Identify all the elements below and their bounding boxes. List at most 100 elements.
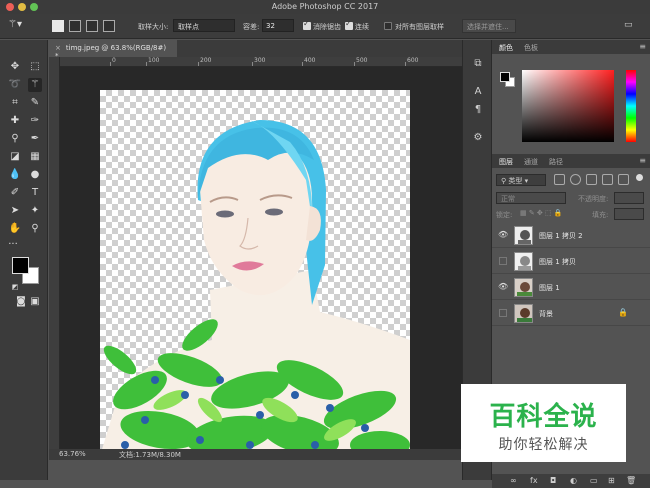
select-and-mask-button[interactable]: 选择并遮住... [462,19,516,33]
tab-layers[interactable]: 图层 [499,157,513,167]
tab-swatches[interactable]: 色板 [524,43,538,53]
tab-paths[interactable]: 路径 [549,157,563,167]
type-filter-icon[interactable] [586,174,597,185]
crop-tool-icon[interactable]: ⌗ [8,96,22,110]
eraser-tool-icon[interactable]: ◪ [8,150,22,164]
magic-wand-tool-icon[interactable]: ⚚ [28,78,42,92]
foreground-color-swatch[interactable] [12,257,29,274]
layer-row[interactable]: 背景 🔒 [492,301,650,326]
visibility-toggle-off[interactable] [499,309,507,317]
link-icon[interactable]: ∞ [510,476,517,485]
smart-object-filter-icon[interactable] [618,174,629,185]
adjustment-icon[interactable]: ◐ [570,476,577,485]
all-layers-checkbox[interactable] [384,22,392,30]
pixel-filter-icon[interactable] [554,174,565,185]
type-tool-icon[interactable]: T [28,186,42,200]
eyedropper-tool-icon[interactable]: ✎ [28,96,42,110]
filter-toggle[interactable] [636,174,643,181]
layer-name[interactable]: 图层 1 拷贝 [539,257,576,267]
screen-mode-icon[interactable]: ▣ [28,295,42,309]
visibility-toggle-off[interactable] [499,257,507,265]
layers-footer: ∞ fx ◘ ◐ ▭ ⊞ 🗑 [492,474,650,488]
new-selection-mode-button[interactable] [52,20,64,32]
tolerance-label: 容差: [243,23,260,31]
zoom-level[interactable]: 63.76% [59,450,86,458]
ruler-label: 400 [304,57,316,64]
document-tab[interactable]: × timg.jpeg @ 63.8%(RGB/8#) * [49,40,177,60]
tolerance-input[interactable]: 32 [262,19,294,32]
layer-name[interactable]: 背景 [539,309,553,319]
tab-color[interactable]: 颜色 [499,43,513,53]
hue-slider[interactable] [626,70,636,142]
layer-row[interactable]: 图层 1 拷贝 [492,249,650,274]
workspace-icon[interactable]: ▭ [624,20,633,30]
antialias-checkbox[interactable] [303,19,311,30]
panel-foreground-swatch[interactable] [500,72,510,82]
sample-size-label: 取样大小: [138,23,169,31]
fill-input[interactable] [614,208,644,220]
brush-tool-icon[interactable]: ✑ [28,114,42,128]
history-brush-tool-icon[interactable]: ✒ [28,132,42,146]
opacity-input[interactable] [614,192,644,204]
zoom-tool-icon[interactable]: ⚲ [28,222,42,236]
canvas-area[interactable] [60,67,462,456]
tab-channels[interactable]: 通道 [524,157,538,167]
gradient-tool-icon[interactable]: ▦ [28,150,42,164]
contiguous-label: 连续 [355,23,369,31]
subtract-selection-mode-button[interactable] [86,20,98,32]
clone-stamp-tool-icon[interactable]: ⚲ [8,132,22,146]
fx-icon[interactable]: fx [530,476,538,485]
horizontal-ruler: 0 100 200 300 400 500 600 [60,57,462,67]
mask-icon[interactable]: ◘ [550,476,556,485]
panel-menu-icon[interactable]: ≡ [639,42,646,51]
default-colors-icon[interactable]: ◩ [8,280,22,294]
layer-name[interactable]: 图层 1 [539,283,560,293]
healing-brush-tool-icon[interactable]: ✚ [8,114,22,128]
lasso-tool-icon[interactable]: ➰ [8,78,22,92]
window-title: Adobe Photoshop CC 2017 [271,2,379,11]
intersect-selection-mode-button[interactable] [103,20,115,32]
document-size-info[interactable]: 文档:1.73M/8.30M [119,450,181,460]
layer-name[interactable]: 图层 1 拷贝 2 [539,231,583,241]
lock-row: 锁定: ▦ ✎ ✥ ⬚ 🔒 填充: [496,208,646,221]
lock-pixels-icon[interactable]: ▦ ✎ ✥ ⬚ 🔒 [520,209,563,217]
character-panel-icon[interactable]: A [472,86,484,98]
trash-icon[interactable]: 🗑 [626,476,636,485]
magic-wand-preset-icon[interactable]: ⚚▾ [8,19,32,33]
tools-panel: ✥ ⬚ ➰ ⚚ ⌗ ✎ ✚ ✑ ⚲ ✒ ◪ ▦ 💧 ● ✐ T ➤ ✦ ✋ ⚲ … [0,40,48,480]
visibility-eye-icon[interactable]: 👁 [498,230,508,240]
blend-mode-select[interactable]: 正常 [496,192,566,204]
folder-icon[interactable]: ▭ [590,476,598,485]
shape-tool-icon[interactable]: ✦ [28,204,42,218]
visibility-eye-icon[interactable]: 👁 [498,282,508,292]
lock-icon[interactable]: 🔒 [618,308,628,317]
properties-panel-icon[interactable]: ⚙ [472,132,484,144]
color-panel-tabs: 颜色 色板 ≡ [492,40,650,54]
history-panel-icon[interactable]: ⧉ [472,58,484,70]
close-document-icon[interactable]: × [55,44,61,52]
all-layers-label: 对所有图层取样 [395,23,444,31]
layer-row[interactable]: 👁 图层 1 拷贝 2 [492,223,650,248]
move-tool-icon[interactable]: ✥ [8,60,22,74]
color-picker-field[interactable] [522,70,614,142]
antialias-label: 消除锯齿 [313,23,341,31]
adjustment-filter-icon[interactable] [570,174,581,185]
layer-row[interactable]: 👁 图层 1 [492,275,650,300]
pen-tool-icon[interactable]: ✐ [8,186,22,200]
contiguous-checkbox[interactable] [345,19,353,30]
add-selection-mode-button[interactable] [69,20,81,32]
more-tools-icon[interactable]: ··· [6,238,20,252]
new-layer-icon[interactable]: ⊞ [608,476,615,485]
shape-filter-icon[interactable] [602,174,613,185]
hand-tool-icon[interactable]: ✋ [8,222,22,236]
layers-menu-icon[interactable]: ≡ [639,156,646,165]
marquee-tool-icon[interactable]: ⬚ [28,60,42,74]
sample-size-select[interactable]: 取样点 [173,19,235,32]
document-image[interactable] [100,90,410,456]
paragraph-panel-icon[interactable]: ¶ [472,104,484,116]
dodge-tool-icon[interactable]: ● [28,168,42,182]
blur-tool-icon[interactable]: 💧 [8,168,22,182]
layer-filter-select[interactable]: ⚲ 类型 ▾ [496,174,546,186]
path-selection-tool-icon[interactable]: ➤ [8,204,22,218]
layer-filter-row: ⚲ 类型 ▾ [496,174,646,187]
